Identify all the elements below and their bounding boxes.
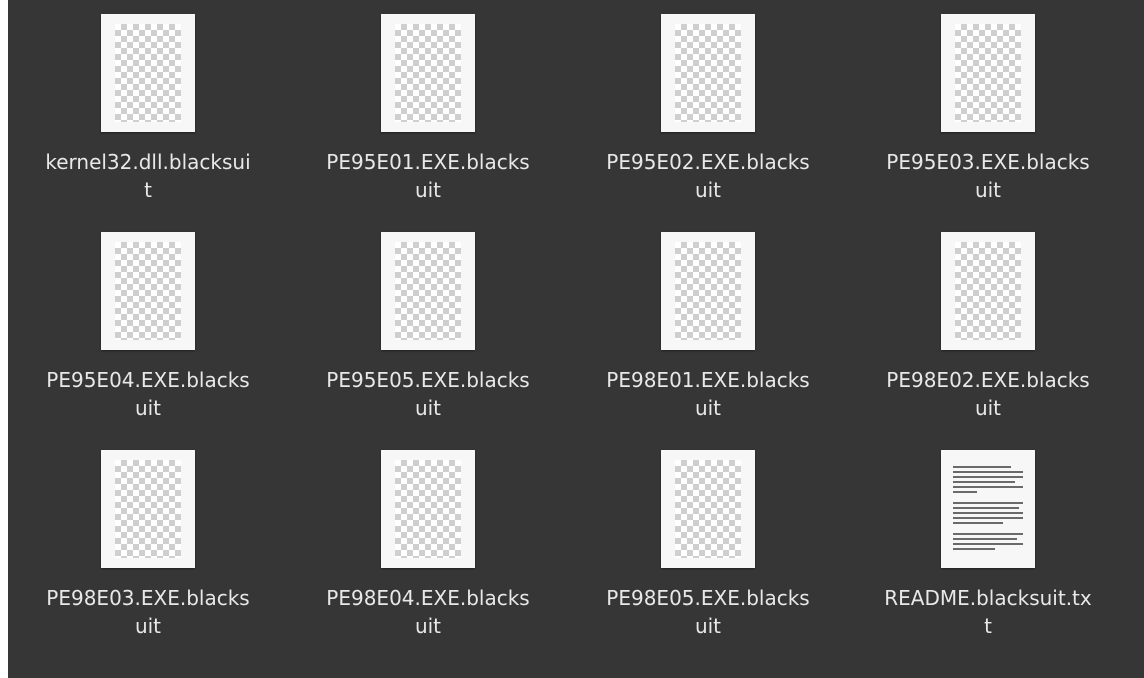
image-icon <box>941 14 1035 132</box>
file-name-label: PE98E05.EXE.blacks uit <box>606 586 810 638</box>
file-item-pe98e02[interactable]: PE98E02.EXE.blacks uit <box>848 218 1128 436</box>
file-item-pe95e05[interactable]: PE95E05.EXE.blacks uit <box>288 218 568 436</box>
file-item-pe95e04[interactable]: PE95E04.EXE.blacks uit <box>8 218 288 436</box>
image-icon <box>101 14 195 132</box>
file-item-pe95e02[interactable]: PE95E02.EXE.blacks uit <box>568 0 848 218</box>
image-icon <box>381 14 475 132</box>
file-item-pe98e04[interactable]: PE98E04.EXE.blacks uit <box>288 436 568 654</box>
file-name-label: PE95E04.EXE.blacks uit <box>46 368 250 420</box>
file-item-pe95e01[interactable]: PE95E01.EXE.blacks uit <box>288 0 568 218</box>
file-name-label: PE98E01.EXE.blacks uit <box>606 368 810 420</box>
file-item-kernel32[interactable]: kernel32.dll.blacksui t <box>8 0 288 218</box>
file-name-label: PE98E03.EXE.blacks uit <box>46 586 250 638</box>
file-item-pe98e03[interactable]: PE98E03.EXE.blacks uit <box>8 436 288 654</box>
file-item-pe98e05[interactable]: PE98E05.EXE.blacks uit <box>568 436 848 654</box>
image-icon <box>941 232 1035 350</box>
file-name-label: PE98E04.EXE.blacks uit <box>326 586 530 638</box>
file-name-label: PE98E02.EXE.blacks uit <box>886 368 1090 420</box>
file-icon-grid: kernel32.dll.blacksui t PE95E01.EXE.black… <box>8 0 1144 654</box>
image-icon <box>381 450 475 568</box>
image-icon <box>381 232 475 350</box>
image-icon <box>101 450 195 568</box>
image-icon <box>661 450 755 568</box>
file-item-readme[interactable]: README.blacksuit.tx t <box>848 436 1128 654</box>
file-name-label: PE95E03.EXE.blacks uit <box>886 150 1090 202</box>
file-name-label: PE95E01.EXE.blacks uit <box>326 150 530 202</box>
file-item-pe98e01[interactable]: PE98E01.EXE.blacks uit <box>568 218 848 436</box>
image-icon <box>101 232 195 350</box>
file-name-label: README.blacksuit.tx t <box>884 586 1092 638</box>
file-manager-view: kernel32.dll.blacksui t PE95E01.EXE.black… <box>8 0 1144 678</box>
text-document-icon <box>941 450 1035 568</box>
file-item-pe95e03[interactable]: PE95E03.EXE.blacks uit <box>848 0 1128 218</box>
file-name-label: PE95E02.EXE.blacks uit <box>606 150 810 202</box>
file-name-label: PE95E05.EXE.blacks uit <box>326 368 530 420</box>
image-icon <box>661 14 755 132</box>
image-icon <box>661 232 755 350</box>
file-name-label: kernel32.dll.blacksui t <box>45 150 251 202</box>
